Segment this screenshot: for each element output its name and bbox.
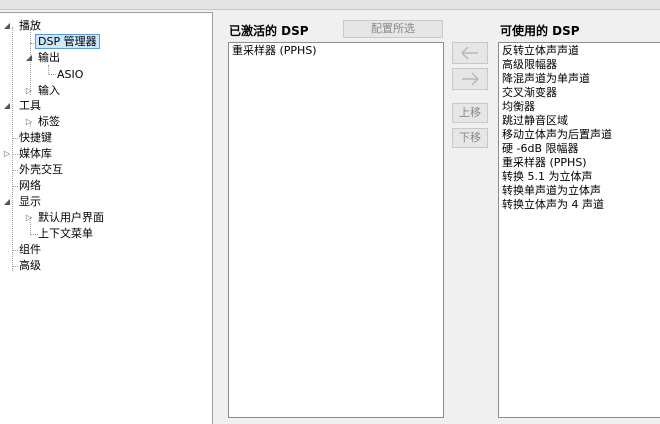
tree-line [12, 266, 18, 267]
tree-item-shell-integration[interactable]: 外壳交互 [19, 162, 63, 177]
arrow-left-icon [461, 46, 478, 60]
collapse-icon[interactable]: ◢ [3, 18, 11, 33]
list-item[interactable]: 硬 -6dB 限幅器 [499, 142, 660, 156]
collapse-icon[interactable]: ◢ [25, 50, 33, 65]
list-item[interactable]: 转换立体声为 4 声道 [499, 198, 660, 212]
remove-dsp-button[interactable] [452, 68, 488, 90]
tree-line [12, 27, 13, 271]
tree-item-input[interactable]: 输入 [38, 83, 60, 98]
tree-line [48, 74, 56, 75]
tree-line [12, 138, 18, 139]
tree-line [12, 250, 18, 251]
list-item[interactable]: 移动立体声为后置声道 [499, 128, 660, 142]
collapse-icon[interactable]: ◢ [3, 194, 11, 209]
window-top-strip [0, 0, 660, 10]
tree-item-tagging[interactable]: 标签 [38, 114, 60, 129]
tree-item-context-menu[interactable]: 上下文菜单 [38, 226, 93, 241]
tree-item-media-library[interactable]: 媒体库 [19, 146, 52, 161]
preferences-tree[interactable]: ◢ 播放 DSP 管理器 ◢ 输出 ASIO ▷ 输入 ◢ 工具 ▷ 标签 快捷… [0, 12, 213, 424]
list-item[interactable]: 转换 5.1 为立体声 [499, 170, 660, 184]
add-dsp-button[interactable] [452, 42, 488, 64]
available-dsp-header: 可使用的 DSP [500, 24, 580, 38]
tree-item-keyboard-shortcuts[interactable]: 快捷键 [19, 130, 52, 145]
available-dsp-list[interactable]: 反转立体声声道 高级限幅器 降混声道为单声道 交叉渐变器 均衡器 跳过静音区域 … [498, 42, 660, 418]
list-item[interactable]: 交叉渐变器 [499, 86, 660, 100]
list-item[interactable]: 转换单声道为立体声 [499, 184, 660, 198]
move-up-button[interactable]: 上移 [452, 103, 488, 123]
expand-icon[interactable]: ▷ [3, 146, 11, 161]
configure-selected-button[interactable]: 配置所选 [343, 20, 443, 38]
list-item[interactable]: 跳过静音区域 [499, 114, 660, 128]
active-dsp-header: 已激活的 DSP [229, 24, 309, 38]
tree-item-advanced[interactable]: 高级 [19, 258, 41, 273]
list-item[interactable]: 降混声道为单声道 [499, 72, 660, 86]
list-item[interactable]: 反转立体声声道 [499, 44, 660, 58]
active-dsp-list[interactable]: 重采样器 (PPHS) [228, 42, 444, 418]
tree-item-dsp-manager[interactable]: DSP 管理器 [35, 34, 100, 49]
tree-item-networking[interactable]: 网络 [19, 178, 41, 193]
tree-line [12, 186, 18, 187]
tree-item-display[interactable]: 显示 [19, 194, 41, 209]
tree-item-asio[interactable]: ASIO [57, 67, 83, 82]
tree-line [30, 234, 38, 235]
expand-icon[interactable]: ▷ [25, 210, 33, 225]
list-item[interactable]: 重采样器 (PPHS) [229, 44, 443, 58]
tree-item-components[interactable]: 组件 [19, 242, 41, 257]
tree-item-output[interactable]: 输出 [38, 50, 60, 65]
tree-item-playback[interactable]: 播放 [19, 18, 41, 33]
list-item[interactable]: 均衡器 [499, 100, 660, 114]
expand-icon[interactable]: ▷ [25, 83, 33, 98]
list-item[interactable]: 重采样器 (PPHS) [499, 156, 660, 170]
list-item[interactable]: 高级限幅器 [499, 58, 660, 72]
tree-line [12, 170, 18, 171]
arrow-right-icon [462, 72, 479, 86]
move-down-button[interactable]: 下移 [452, 128, 488, 148]
expand-icon[interactable]: ▷ [25, 114, 33, 129]
tree-line [12, 154, 18, 155]
tree-item-tools[interactable]: 工具 [19, 98, 41, 113]
tree-item-default-ui[interactable]: 默认用户界面 [38, 210, 104, 225]
collapse-icon[interactable]: ◢ [3, 98, 11, 113]
